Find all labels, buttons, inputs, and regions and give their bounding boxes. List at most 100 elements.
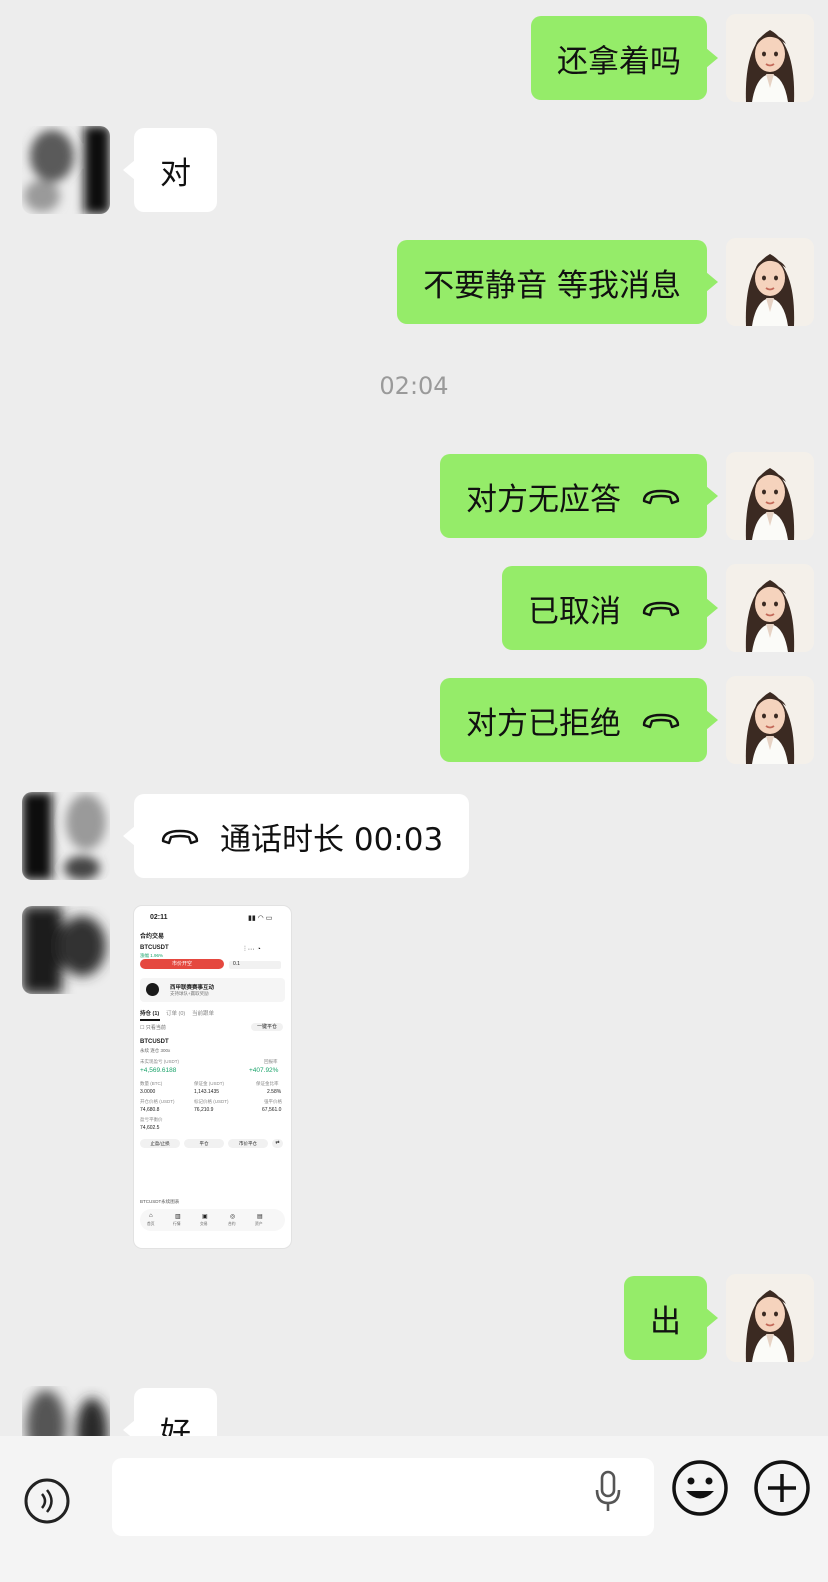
call-bubble[interactable]: 通话时长 00:03 xyxy=(122,794,470,878)
avatar[interactable] xyxy=(726,238,814,326)
bottom-nav: ⌂ ▥ ▣ ◎ ▤ 首页 行情 交易 合约 资产 xyxy=(140,1209,285,1231)
margin-ratio-label: 保证金比率 xyxy=(256,1081,279,1086)
liq-label: 强平价格 xyxy=(264,1099,282,1104)
home-icon[interactable]: ⌂ xyxy=(149,1213,153,1219)
mark-label: 标记价格 (USDT) xyxy=(194,1099,229,1104)
avatar-blurred-icon xyxy=(22,792,110,880)
margin-label: 保证金 (USDT) xyxy=(194,1081,224,1086)
phone-hangup-icon xyxy=(161,829,199,845)
nav-trade-label: 交易 xyxy=(200,1222,208,1226)
size-label: 数量 (BTC) xyxy=(140,1081,163,1086)
size-value: 3.0000 xyxy=(140,1089,156,1095)
avatar[interactable] xyxy=(726,14,814,102)
share-icon[interactable]: ⇄ xyxy=(272,1139,283,1148)
status-time: 02:11 xyxy=(150,914,168,921)
text-bubble[interactable]: 对 xyxy=(123,128,217,212)
message-text: 对方已拒绝 xyxy=(466,705,621,742)
market-close-button[interactable]: 市价平仓 xyxy=(228,1139,268,1148)
roe-value: +407.92% xyxy=(249,1067,279,1074)
bep-label: 盈亏平衡价 xyxy=(140,1117,163,1122)
promo-logo-icon xyxy=(146,983,159,996)
text-bubble[interactable]: 不要静音 等我消息 xyxy=(397,240,718,324)
avatar-woman-icon xyxy=(726,1274,814,1362)
message-text: 通话时长 00:03 xyxy=(220,821,444,858)
nav-market-label: 行情 xyxy=(173,1222,181,1226)
message-text: 已取消 xyxy=(528,593,621,630)
avatar[interactable] xyxy=(22,792,110,880)
call-bubble[interactable]: 对方已拒绝 xyxy=(440,678,718,762)
pair-name: BTCUSDT xyxy=(140,945,169,951)
nav-futures-label: 合约 xyxy=(228,1222,236,1226)
liq-value: 67,561.0 xyxy=(262,1107,282,1113)
mark-value: 76,210.9 xyxy=(194,1107,214,1113)
avatar[interactable] xyxy=(22,126,110,214)
avatar-woman-icon xyxy=(726,452,814,540)
margin-value: 1,143.1435 xyxy=(194,1089,220,1095)
phone-hangup-icon xyxy=(642,489,680,505)
tab-positions[interactable]: 持仓 (1) xyxy=(140,1009,159,1017)
nav-home-label: 首页 xyxy=(147,1222,155,1226)
input-bar xyxy=(0,1436,828,1582)
avatar-woman-icon xyxy=(726,564,814,652)
roe-label: 回报率 xyxy=(264,1059,278,1064)
status-icons: ▮▮ ◠ ▭ xyxy=(248,915,273,922)
text-bubble[interactable]: 出 xyxy=(624,1276,718,1360)
call-bubble[interactable]: 对方无应答 xyxy=(440,454,718,538)
only-current-toggle[interactable]: ☐ 只看当前 xyxy=(140,1024,166,1031)
margin-ratio-value: 2.58% xyxy=(267,1089,282,1095)
nav-assets-label: 资产 xyxy=(255,1222,263,1226)
entry-label: 开仓价格 (USDT) xyxy=(140,1099,175,1104)
position-pair: BTCUSDT xyxy=(140,1039,169,1045)
tab-indicator xyxy=(140,1019,160,1021)
avatar-blurred-icon xyxy=(22,126,110,214)
bep-value: 74,602.5 xyxy=(140,1125,160,1131)
trade-icon[interactable]: ▣ xyxy=(202,1213,208,1220)
qty-value: 0.1 xyxy=(233,961,240,967)
position-tags: 永续 逐仓 300x xyxy=(140,1048,171,1053)
tab-copy[interactable]: 当前跟单 xyxy=(192,1009,214,1017)
timestamp: 02:04 xyxy=(379,372,449,400)
avatar[interactable] xyxy=(22,906,110,994)
promo-banner[interactable]: 西甲联赛赛事互动 支持球队+赢取奖励 xyxy=(140,978,285,1002)
tp-sl-button[interactable]: 止盈/止损 xyxy=(140,1139,180,1148)
assets-icon[interactable]: ▤ xyxy=(257,1213,263,1220)
avatar[interactable] xyxy=(726,1274,814,1362)
market-icon[interactable]: ▥ xyxy=(175,1213,181,1220)
avatar-woman-icon xyxy=(726,14,814,102)
avatar[interactable] xyxy=(726,452,814,540)
close-button[interactable]: 平仓 xyxy=(184,1139,224,1148)
screen-title: 合约交易 xyxy=(140,934,165,940)
tab-orders[interactable]: 订单 (0) xyxy=(166,1009,185,1017)
avatar-woman-icon xyxy=(726,238,814,326)
pnl-label: 未实现盈亏 (USDT) xyxy=(140,1059,179,1064)
microphone-icon[interactable] xyxy=(594,1470,622,1514)
message-text: 还拿着吗 xyxy=(557,43,681,80)
futures-icon[interactable]: ◎ xyxy=(230,1213,235,1220)
header-icons: ⫶ ··· ◔ xyxy=(244,946,261,953)
emoji-icon[interactable] xyxy=(670,1458,730,1518)
message-input[interactable] xyxy=(112,1458,654,1536)
image-message-screenshot[interactable]: 02:11 ▮▮ ◠ ▭ 合约交易 BTCUSDT 涨幅 1.96% ⫶ ···… xyxy=(134,906,291,1248)
voice-toggle-icon[interactable] xyxy=(22,1476,72,1526)
chart-label[interactable]: BTCUSDT永续图表 xyxy=(140,1199,179,1205)
avatar-blurred-icon xyxy=(22,906,110,994)
entry-value: 74,680.8 xyxy=(140,1107,160,1113)
phone-hangup-icon xyxy=(642,601,680,617)
promo-subtitle: 支持球队+赢取奖励 xyxy=(170,991,209,996)
message-text: 出 xyxy=(650,1303,681,1340)
message-text: 对方无应答 xyxy=(466,481,621,518)
plus-icon[interactable] xyxy=(752,1458,812,1518)
avatar[interactable] xyxy=(726,676,814,764)
avatar-woman-icon xyxy=(726,676,814,764)
promo-title: 西甲联赛赛事互动 xyxy=(170,985,215,991)
message-text: 对 xyxy=(160,155,191,192)
avatar[interactable] xyxy=(726,564,814,652)
text-bubble[interactable]: 还拿着吗 xyxy=(531,16,718,100)
call-bubble[interactable]: 已取消 xyxy=(502,566,718,650)
message-text: 不要静音 等我消息 xyxy=(423,267,681,304)
open-short-button[interactable]: 市价开空 xyxy=(140,959,224,969)
qty-field[interactable]: 0.1 xyxy=(229,961,281,969)
pnl-value: +4,569.6188 xyxy=(140,1067,177,1074)
phone-hangup-icon xyxy=(642,713,680,729)
close-all-button[interactable]: 一键平仓 xyxy=(251,1023,283,1031)
